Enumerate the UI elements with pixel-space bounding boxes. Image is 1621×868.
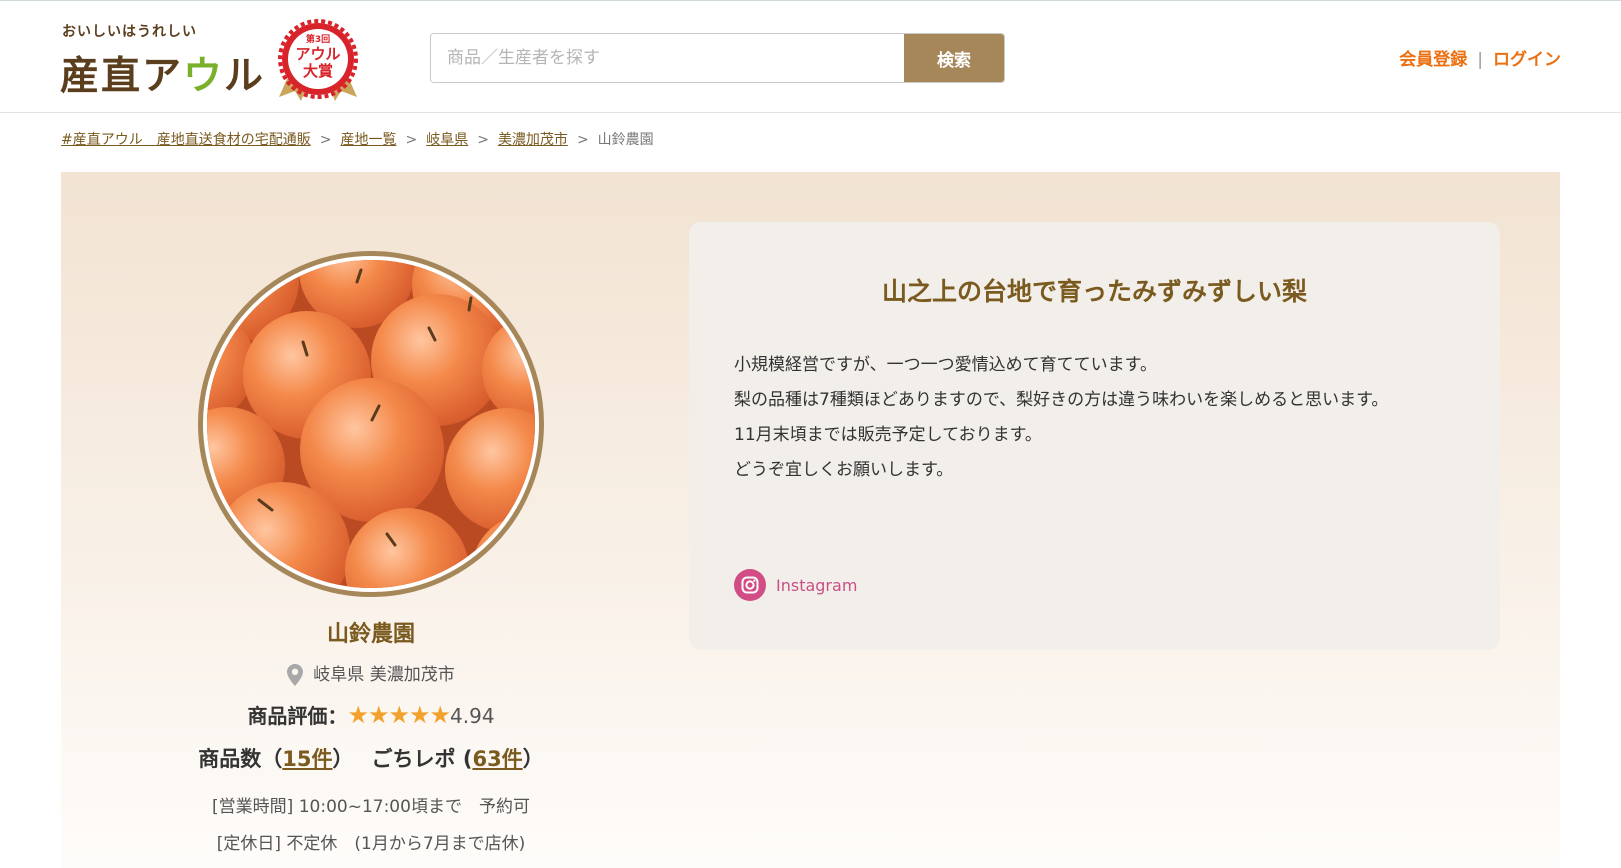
producer-avatar	[198, 251, 544, 597]
breadcrumb-prefecture[interactable]: 岐阜県	[426, 132, 468, 148]
rating-value: 4.94	[450, 704, 495, 728]
producer-location: 岐阜県 美濃加茂市	[61, 660, 681, 686]
search-bar: 検索	[430, 33, 1005, 83]
intro-line: 梨の品種は7種類ほどありますので、梨好きの方は違う味わいを楽しめると思います。	[734, 390, 1389, 410]
logo-wordmark: 産直アウル	[60, 45, 265, 101]
rating-stars-icon: ★★★★★	[347, 701, 451, 729]
breadcrumb-separator: >	[405, 132, 418, 148]
intro-line: どうぞ宜しくお願いします。	[734, 460, 954, 480]
instagram-label: Instagram	[776, 575, 858, 595]
site-header: おいしいはうれしい 産直アウル 第3回 アウル 大賞 検索 会員登録 | ログイン	[0, 0, 1621, 113]
instagram-icon	[734, 569, 766, 601]
search-input[interactable]	[431, 34, 906, 82]
breadcrumb-city[interactable]: 美濃加茂市	[498, 132, 568, 148]
producer-intro-card: 山之上の台地で育ったみずみずしい梨 小規模経営ですが、一つ一つ愛情込めて育ててい…	[689, 222, 1500, 650]
location-text: 岐阜県 美濃加茂市	[313, 665, 455, 685]
logo-tagline: おいしいはうれしい	[62, 24, 197, 40]
product-count-link[interactable]: 15件	[282, 747, 332, 771]
product-counts: 商品数（15件） ごちレポ (63件）	[61, 743, 681, 773]
login-link[interactable]: ログイン	[1493, 50, 1561, 70]
signup-link[interactable]: 会員登録	[1399, 50, 1467, 70]
intro-body: 小規模経営ですが、一つ一つ愛情込めて育てています。 梨の品種は7種類ほどあります…	[734, 348, 1424, 488]
intro-line: 11月末頃までは販売予定しております。	[734, 425, 1042, 445]
auth-separator: |	[1477, 50, 1483, 70]
auth-links: 会員登録 | ログイン	[1399, 45, 1561, 70]
logo-text-b: ル	[224, 54, 266, 99]
breadcrumb-separator: >	[576, 132, 589, 148]
report-count-link[interactable]: 63件	[472, 747, 522, 771]
breadcrumb: #産直アウル 産地直送食材の宅配通販 > 産地一覧 > 岐阜県 > 美濃加茂市 > 山鈴農園	[61, 129, 654, 149]
instagram-link[interactable]: Instagram	[734, 569, 857, 601]
pears-photo	[207, 260, 535, 588]
product-rating: 商品評価：★★★★★4.94	[61, 700, 681, 729]
product-count-prefix: 商品数（	[198, 747, 283, 771]
breadcrumb-current: 山鈴農園	[597, 132, 654, 148]
location-pin-icon	[287, 664, 304, 686]
report-suffix: ）	[522, 747, 544, 771]
business-hours: [営業時間] 10:00~17:00頃まで 予約可	[212, 797, 530, 817]
breadcrumb-separator: >	[319, 132, 332, 148]
intro-line: 小規模経営ですが、一つ一つ愛情込めて育てています。	[734, 355, 1157, 375]
producer-hero: 山鈴農園 岐阜県 美濃加茂市 商品評価：★★★★★4.94 商品数（15件） ごち…	[61, 172, 1560, 868]
report-prefix: ごちレポ (	[371, 747, 473, 771]
intro-title: 山之上の台地で育ったみずみずしい梨	[881, 277, 1307, 306]
site-logo[interactable]: おいしいはうれしい 産直アウル 第3回 アウル 大賞	[60, 19, 360, 101]
breadcrumb-regions[interactable]: 産地一覧	[340, 132, 396, 148]
award-line2: アウル	[295, 45, 340, 63]
product-count-suffix: ）	[332, 747, 354, 771]
award-badge-icon: 第3回 アウル 大賞	[278, 19, 358, 101]
logo-text-a: 産直ア	[60, 54, 184, 99]
search-button[interactable]: 検索	[904, 34, 1004, 82]
producer-name: 山鈴農園	[326, 622, 415, 647]
breadcrumb-separator: >	[477, 132, 489, 148]
award-line1: 第3回	[306, 33, 330, 45]
breadcrumb-home[interactable]: #産直アウル 産地直送食材の宅配通販	[61, 132, 311, 148]
award-line3: 大賞	[303, 62, 333, 80]
logo-text-u: ウ	[183, 54, 225, 99]
regular-holiday: [定休日] 不定休 (1月から7月まで店休)	[216, 834, 526, 854]
pears-image	[207, 260, 535, 588]
rating-label: 商品評価：	[247, 704, 348, 728]
